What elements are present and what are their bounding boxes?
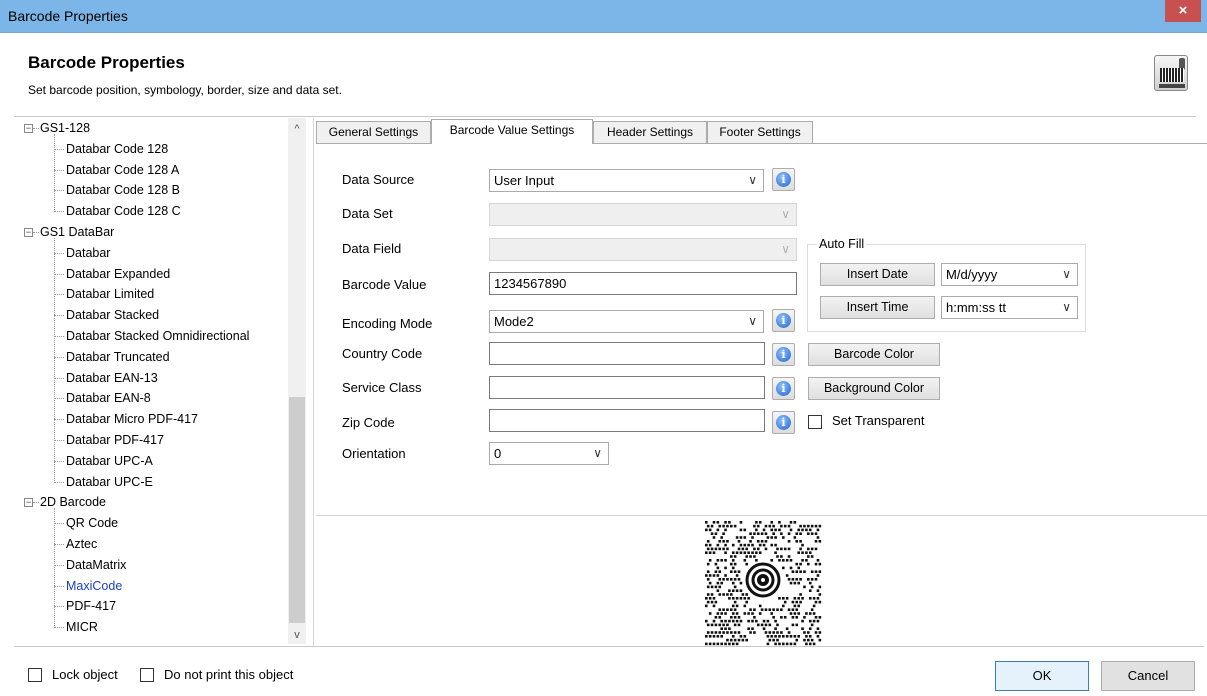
chevron-down-icon: ∨: [781, 207, 790, 221]
chevron-down-icon: ∨: [748, 173, 757, 187]
data-source-label: Data Source: [342, 172, 415, 187]
expander-2d-barcode[interactable]: −: [24, 498, 33, 508]
tree-item-aztec[interactable]: Aztec: [66, 534, 97, 555]
tree-item-maxicode[interactable]: MaxiCode: [66, 576, 122, 597]
chevron-down-icon: ∨: [593, 446, 602, 460]
date-format-select[interactable]: M/d/yyyy ∨: [941, 263, 1078, 286]
do-not-print-checkbox[interactable]: [140, 668, 154, 682]
time-format-select[interactable]: h:mm:ss tt ∨: [941, 296, 1078, 319]
data-set-label: Data Set: [342, 206, 393, 221]
do-not-print-label: Do not print this object: [164, 667, 294, 682]
barcode-scanner-icon: [1154, 55, 1188, 91]
tab-barcode-value-settings[interactable]: Barcode Value Settings: [431, 119, 593, 144]
orientation-value: 0: [494, 446, 502, 461]
dialog-header: Barcode Properties Set barcode position,…: [0, 34, 1207, 116]
close-icon[interactable]: ×: [1165, 0, 1201, 22]
encoding-mode-info-icon[interactable]: i: [772, 309, 795, 332]
tree-item-databar-micro-pdf-417[interactable]: Databar Micro PDF-417: [66, 409, 198, 430]
barcode-value-input[interactable]: 1234567890: [489, 272, 797, 295]
tree-item-databar-ean-8[interactable]: Databar EAN-8: [66, 388, 151, 409]
chevron-down-icon: ∨: [1062, 300, 1071, 314]
tree-item-databar[interactable]: Databar: [66, 243, 110, 264]
auto-fill-title: Auto Fill: [817, 237, 867, 251]
country-code-info-icon[interactable]: i: [772, 343, 795, 366]
set-transparent-checkbox[interactable]: [808, 415, 822, 429]
tree-item-databar-ean-13[interactable]: Databar EAN-13: [66, 368, 158, 389]
tree-item-databar-stacked-omnidirectional[interactable]: Databar Stacked Omnidirectional: [66, 326, 249, 347]
country-code-input[interactable]: [489, 342, 765, 365]
country-code-label: Country Code: [342, 346, 423, 361]
tree-item-databar-stacked[interactable]: Databar Stacked: [66, 305, 159, 326]
tree-item-qr-code[interactable]: QR Code: [66, 513, 118, 534]
tree-group-2d-barcode[interactable]: 2D Barcode: [40, 492, 106, 513]
tree-item-databar-upc-a[interactable]: Databar UPC-A: [66, 451, 153, 472]
data-source-info-icon[interactable]: i: [772, 168, 795, 191]
barcode-color-button[interactable]: Barcode Color: [808, 343, 940, 366]
chevron-down-icon: ∨: [748, 314, 757, 328]
tree-group-gs1-128[interactable]: GS1-128: [40, 118, 90, 139]
scroll-thumb[interactable]: [289, 397, 305, 623]
data-field-select[interactable]: ∨: [489, 238, 797, 261]
encoding-mode-label: Encoding Mode: [342, 316, 433, 331]
cancel-button[interactable]: Cancel: [1101, 661, 1195, 691]
tree-item-databar-code-128-c[interactable]: Databar Code 128 C: [66, 201, 181, 222]
service-class-input[interactable]: [489, 376, 765, 399]
footer-divider: [14, 646, 1204, 647]
tab-header-settings[interactable]: Header Settings: [593, 121, 707, 143]
tree-item-databar-expanded[interactable]: Databar Expanded: [66, 264, 170, 285]
service-class-info-icon[interactable]: i: [772, 377, 795, 400]
scroll-up-icon[interactable]: ^: [288, 120, 306, 138]
orientation-label: Orientation: [342, 446, 406, 461]
chevron-down-icon: ∨: [1062, 267, 1071, 281]
tree-item-micr[interactable]: MICR: [66, 617, 98, 638]
symbology-tree[interactable]: − GS1-128 Databar Code 128 Databar Code 128…: [18, 118, 308, 644]
window-title: Barcode Properties: [8, 8, 128, 24]
service-class-label: Service Class: [342, 380, 422, 395]
chevron-down-icon: ∨: [781, 242, 790, 256]
header-divider: [14, 116, 1196, 117]
lock-object-label: Lock object: [52, 667, 118, 682]
insert-time-button[interactable]: Insert Time: [820, 296, 935, 319]
tree-item-databar-code-128[interactable]: Databar Code 128: [66, 139, 168, 160]
window-titlebar: Barcode Properties ×: [0, 0, 1207, 33]
zip-code-info-icon[interactable]: i: [772, 411, 795, 434]
expander-gs1-databar[interactable]: −: [24, 228, 33, 237]
set-transparent-label: Set Transparent: [832, 413, 925, 428]
tree-item-databar-pdf-417[interactable]: Databar PDF-417: [66, 430, 164, 451]
dialog-heading: Barcode Properties: [28, 53, 185, 72]
insert-date-button[interactable]: Insert Date: [820, 263, 935, 286]
data-source-select[interactable]: User Input ∨: [489, 169, 764, 192]
lock-object-checkbox[interactable]: [28, 668, 42, 682]
time-format-value: h:mm:ss tt: [946, 300, 1006, 315]
tab-footer-settings[interactable]: Footer Settings: [707, 121, 813, 143]
zip-code-label: Zip Code: [342, 415, 395, 430]
tree-item-databar-code-128-a[interactable]: Databar Code 128 A: [66, 160, 179, 181]
tree-item-databar-limited[interactable]: Databar Limited: [66, 284, 154, 305]
date-format-value: M/d/yyyy: [946, 267, 998, 282]
ok-button[interactable]: OK: [995, 661, 1089, 691]
encoding-mode-select[interactable]: Mode2 ∨: [489, 310, 764, 333]
data-field-label: Data Field: [342, 241, 402, 256]
maxicode-barcode-image: [705, 521, 822, 646]
expander-gs1-128[interactable]: −: [24, 124, 33, 133]
tree-item-pdf-417[interactable]: PDF-417: [66, 596, 116, 617]
zip-code-input[interactable]: [489, 409, 765, 432]
panel-splitter[interactable]: [313, 118, 314, 646]
orientation-select[interactable]: 0 ∨: [489, 442, 609, 465]
tree-item-databar-truncated[interactable]: Databar Truncated: [66, 347, 170, 368]
scroll-down-icon[interactable]: v: [288, 626, 306, 644]
tree-scrollbar[interactable]: ^ v: [288, 118, 306, 644]
data-source-value: User Input: [494, 173, 554, 188]
background-color-button[interactable]: Background Color: [808, 377, 940, 400]
tree-item-databar-upc-e[interactable]: Databar UPC-E: [66, 472, 153, 493]
tree-item-datamatrix[interactable]: DataMatrix: [66, 555, 126, 576]
barcode-preview: [316, 516, 1207, 646]
tree-item-databar-code-128-b[interactable]: Databar Code 128 B: [66, 180, 180, 201]
tree-group-gs1-databar[interactable]: GS1 DataBar: [40, 222, 114, 243]
data-set-select[interactable]: ∨: [489, 203, 797, 226]
dialog-subtitle: Set barcode position, symbology, border,…: [28, 83, 342, 97]
encoding-mode-value: Mode2: [494, 314, 534, 329]
barcode-value-label: Barcode Value: [342, 277, 427, 292]
tab-general-settings[interactable]: General Settings: [316, 121, 431, 143]
